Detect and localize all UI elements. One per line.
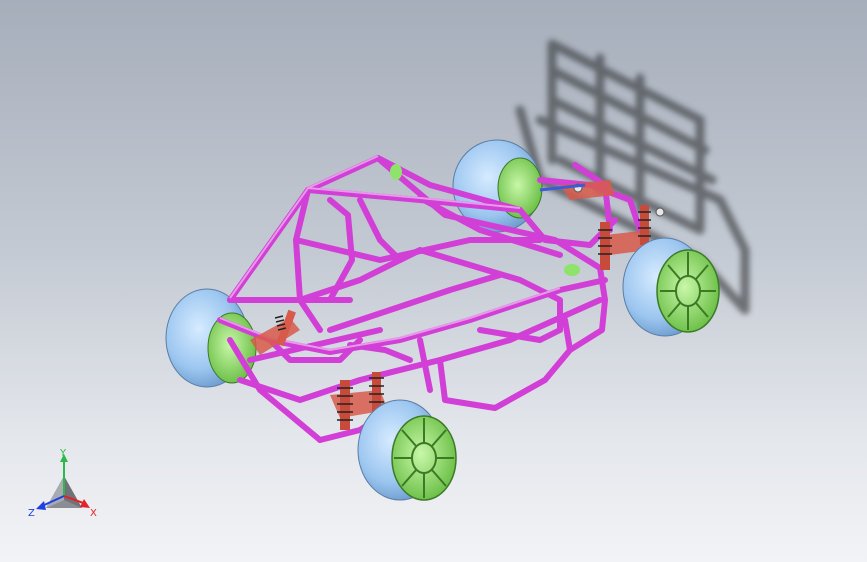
buggy-chassis-model[interactable] [0, 0, 867, 562]
wheel-front-left[interactable] [165, 288, 257, 388]
wheel-front-right[interactable] [357, 399, 457, 501]
wheel-rear-right[interactable] [622, 237, 720, 337]
x-axis-label: X [90, 508, 97, 519]
axis-triad: Y X Z [28, 448, 97, 519]
hub-fitting [564, 264, 580, 276]
z-axis-label: Z [28, 508, 35, 519]
cad-graphics-area[interactable]: Y X Z [0, 0, 867, 562]
y-axis-label: Y [59, 448, 67, 459]
hub-fitting-top [390, 164, 402, 180]
